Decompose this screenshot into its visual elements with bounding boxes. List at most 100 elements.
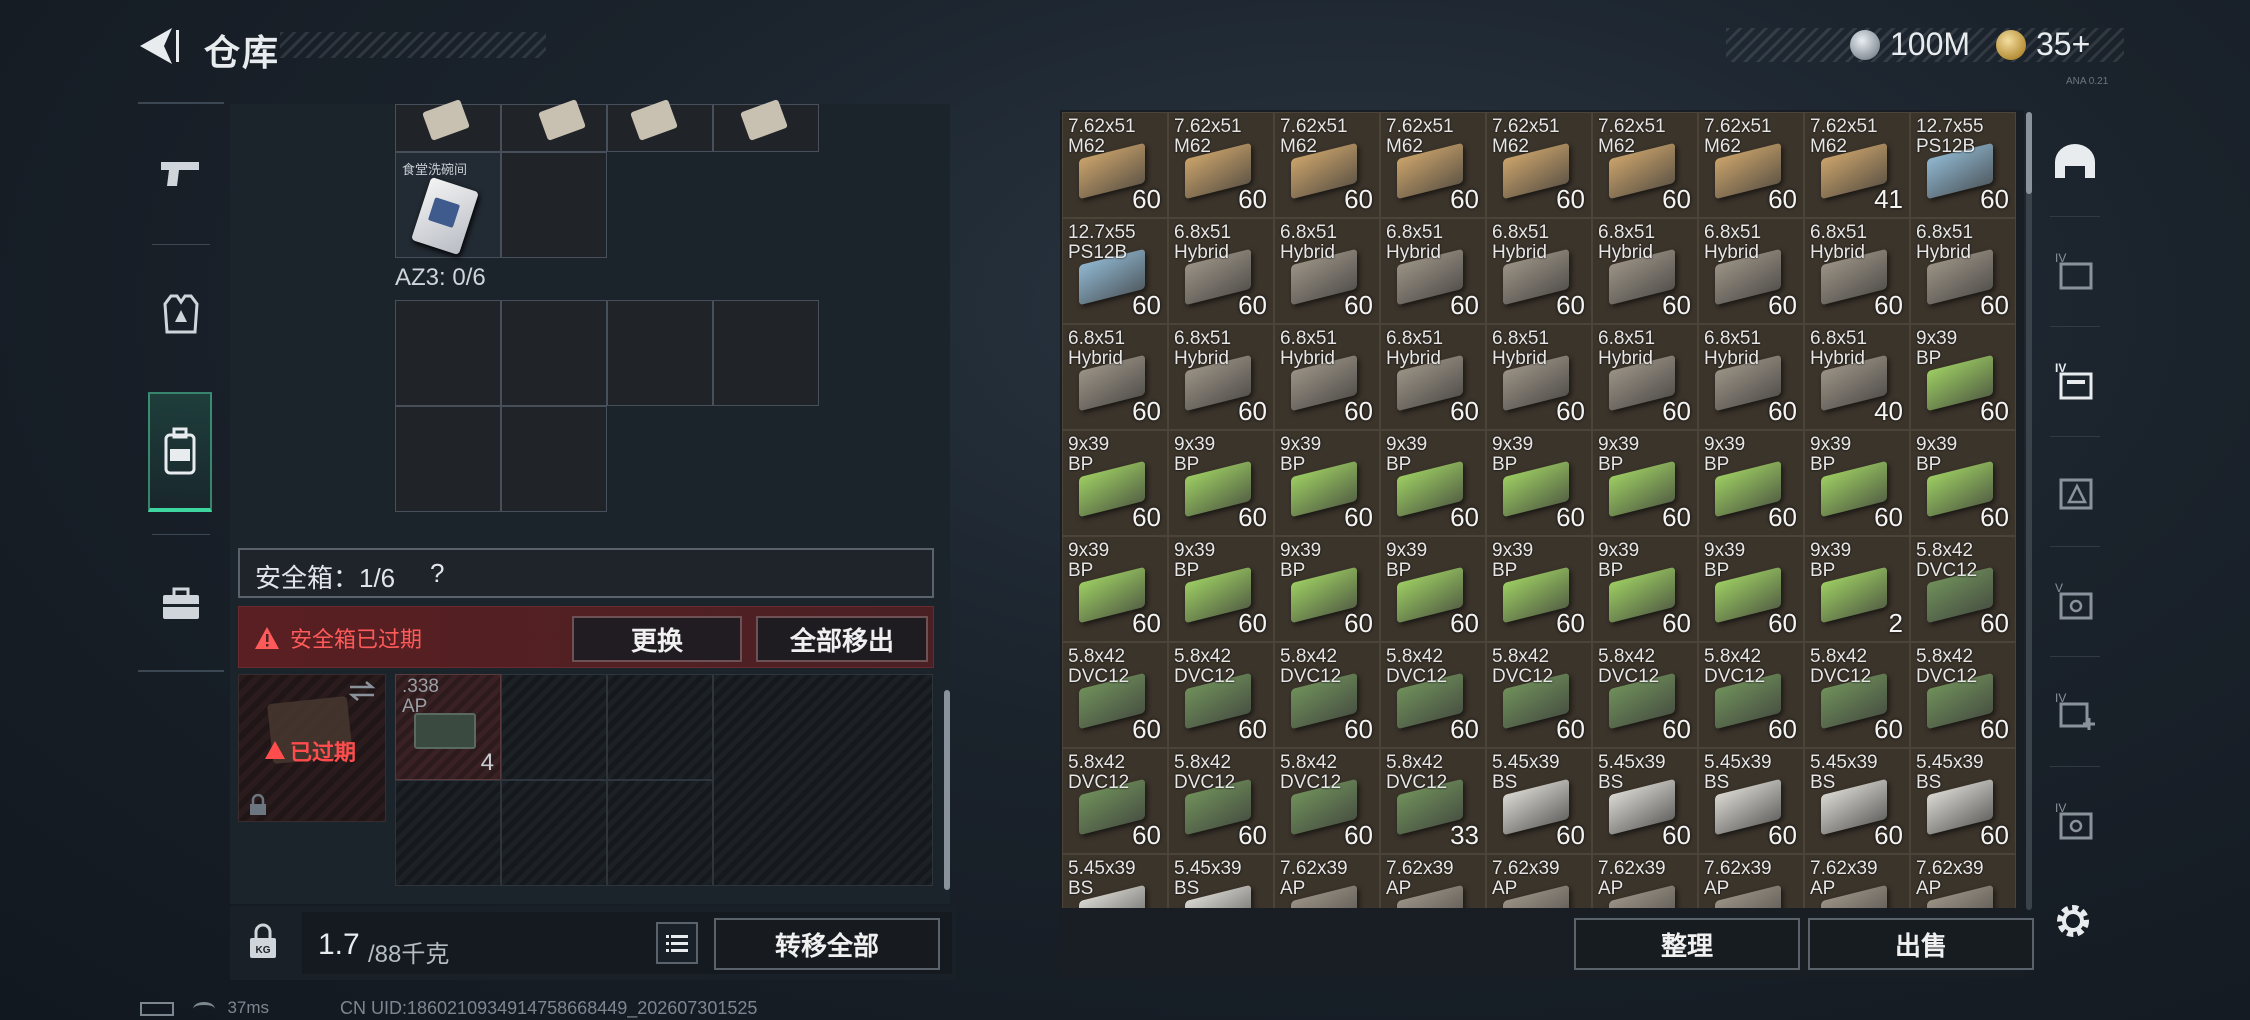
keycard-item[interactable]: 食堂洗碗间 <box>395 152 501 258</box>
stash-slot[interactable]: 5.45x39 BS <box>1168 854 1274 908</box>
swap-icon[interactable] <box>348 680 376 702</box>
nav-storage-iv-search[interactable]: IV <box>2040 770 2110 870</box>
settings-button[interactable] <box>2050 898 2096 944</box>
stash-slot[interactable]: 7.62x51 M62 41 <box>1804 112 1910 218</box>
stash-slot[interactable]: 9x39 BP 60 <box>1592 536 1698 642</box>
stash-slot[interactable]: 7.62x39 AP <box>1592 854 1698 908</box>
stash-slot[interactable]: 6.8x51 Hybrid 60 <box>1380 218 1486 324</box>
grid-cell[interactable] <box>501 99 607 152</box>
stash-slot[interactable]: 6.8x51 Hybrid 60 <box>1910 218 2016 324</box>
stash-slot[interactable]: 6.8x51 Hybrid 60 <box>1274 218 1380 324</box>
stash-scrollbar-track[interactable] <box>2026 112 2032 910</box>
stash-slot[interactable]: 5.45x39 BS 60 <box>1698 748 1804 854</box>
stash-slot[interactable]: 5.8x42 DVC12 60 <box>1062 642 1168 748</box>
stash-slot[interactable]: 5.8x42 DVC12 60 <box>1592 642 1698 748</box>
stash-slot[interactable]: 5.8x42 DVC12 60 <box>1486 642 1592 748</box>
nav-helmet[interactable] <box>2040 112 2110 212</box>
stash-slot[interactable]: 9x39 BP 60 <box>1168 536 1274 642</box>
nav-storage-gift[interactable] <box>2040 440 2110 540</box>
stash-slot[interactable]: 6.8x51 Hybrid 60 <box>1804 218 1910 324</box>
stash-slot[interactable]: 9x39 BP 2 <box>1804 536 1910 642</box>
nav-weapon[interactable] <box>138 114 224 234</box>
list-view-button[interactable] <box>656 922 698 964</box>
sell-button[interactable]: 出售 <box>1808 918 2034 970</box>
stash-slot[interactable]: 6.8x51 Hybrid 40 <box>1804 324 1910 430</box>
sort-button[interactable]: 整理 <box>1574 918 1800 970</box>
stash-slot[interactable]: 6.8x51 Hybrid 60 <box>1168 324 1274 430</box>
stash-slot[interactable]: 6.8x51 Hybrid 60 <box>1698 324 1804 430</box>
stash-slot[interactable]: 7.62x51 M62 60 <box>1380 112 1486 218</box>
stash-slot[interactable]: 5.8x42 DVC12 60 <box>1910 536 2016 642</box>
stash-slot[interactable]: 5.8x42 DVC12 60 <box>1380 642 1486 748</box>
stash-scrollbar-thumb[interactable] <box>2026 112 2032 194</box>
stash-slot[interactable]: 6.8x51 Hybrid 60 <box>1592 218 1698 324</box>
stash-slot[interactable]: 7.62x39 AP <box>1486 854 1592 908</box>
stash-slot[interactable]: 6.8x51 Hybrid 60 <box>1486 218 1592 324</box>
az3-cell[interactable] <box>395 406 501 512</box>
az3-cell[interactable] <box>395 300 501 406</box>
safe-cell[interactable] <box>501 674 607 780</box>
stash-slot[interactable]: 7.62x51 M62 60 <box>1168 112 1274 218</box>
grid-cell[interactable] <box>607 99 713 152</box>
stash-slot[interactable]: 5.8x42 DVC12 60 <box>1698 642 1804 748</box>
stash-slot[interactable]: 7.62x39 AP <box>1910 854 2016 908</box>
stash-slot[interactable]: 9x39 BP 60 <box>1486 430 1592 536</box>
stash-slot[interactable]: 6.8x51 Hybrid 60 <box>1486 324 1592 430</box>
stash-slot[interactable]: 5.8x42 DVC12 60 <box>1062 748 1168 854</box>
stash-slot[interactable]: 9x39 BP 60 <box>1486 536 1592 642</box>
stash-slot[interactable]: 5.8x42 DVC12 60 <box>1804 642 1910 748</box>
az3-cell[interactable] <box>607 300 713 406</box>
stash-slot[interactable]: 5.45x39 BS 60 <box>1592 748 1698 854</box>
stash-slot[interactable]: 6.8x51 Hybrid 60 <box>1592 324 1698 430</box>
stash-slot[interactable]: 12.7x55 PS12B 60 <box>1062 218 1168 324</box>
stash-slot[interactable]: 9x39 BP 60 <box>1380 536 1486 642</box>
az3-cell[interactable] <box>501 406 607 512</box>
stash-slot[interactable]: 9x39 BP 60 <box>1062 430 1168 536</box>
grid-cell[interactable] <box>713 99 819 152</box>
stash-slot[interactable]: 6.8x51 Hybrid 60 <box>1168 218 1274 324</box>
stash-slot[interactable]: 6.8x51 Hybrid 60 <box>1274 324 1380 430</box>
grid-cell[interactable] <box>501 152 607 258</box>
stash-slot[interactable]: 5.45x39 BS <box>1062 854 1168 908</box>
stash-slot[interactable]: 7.62x39 AP <box>1274 854 1380 908</box>
stash-slot[interactable]: 9x39 BP 60 <box>1274 430 1380 536</box>
stash-slot[interactable]: 5.8x42 DVC12 60 <box>1274 642 1380 748</box>
nav-storage-v[interactable]: V <box>2040 550 2110 650</box>
nav-backpack[interactable] <box>148 392 212 512</box>
safe-item-338ap[interactable]: .338 AP 4 <box>395 674 501 780</box>
stash-slot[interactable]: 9x39 BP 60 <box>1274 536 1380 642</box>
stash-slot[interactable]: 6.8x51 Hybrid 60 <box>1698 218 1804 324</box>
stash-slot[interactable]: 12.7x55 PS12B 60 <box>1910 112 2016 218</box>
remove-all-button[interactable]: 全部移出 <box>756 616 928 662</box>
stash-slot[interactable]: 7.62x51 M62 60 <box>1062 112 1168 218</box>
stash-slot[interactable]: 7.62x51 M62 60 <box>1592 112 1698 218</box>
safe-cell[interactable] <box>395 780 501 886</box>
help-icon[interactable]: ? <box>430 558 444 589</box>
safe-cell[interactable] <box>607 674 713 780</box>
nav-storage-add[interactable]: IV <box>2040 660 2110 760</box>
transfer-all-button[interactable]: 转移全部 <box>714 918 940 970</box>
stash-slot[interactable]: 9x39 BP 60 <box>1062 536 1168 642</box>
gold-value[interactable]: 35+ <box>2036 26 2090 63</box>
stash-slot[interactable]: 6.8x51 Hybrid 60 <box>1062 324 1168 430</box>
az3-cell[interactable] <box>713 300 819 406</box>
stash-slot[interactable]: 7.62x51 M62 60 <box>1698 112 1804 218</box>
stash-slot[interactable]: 5.45x39 BS 60 <box>1486 748 1592 854</box>
stash-slot[interactable]: 9x39 BP 60 <box>1804 430 1910 536</box>
nav-vest[interactable] <box>138 254 224 374</box>
nav-storage-iv[interactable]: IV <box>2040 220 2110 320</box>
stash-slot[interactable]: 7.62x39 AP <box>1804 854 1910 908</box>
stash-slot[interactable]: 9x39 BP 60 <box>1910 324 2016 430</box>
stash-slot[interactable]: 7.62x51 M62 60 <box>1274 112 1380 218</box>
stash-slot[interactable]: 5.8x42 DVC12 60 <box>1910 642 2016 748</box>
stash-slot[interactable]: 5.8x42 DVC12 60 <box>1168 642 1274 748</box>
stash-slot[interactable]: 6.8x51 Hybrid 60 <box>1380 324 1486 430</box>
stash-slot[interactable]: 5.8x42 DVC12 60 <box>1168 748 1274 854</box>
stash-slot[interactable]: 5.8x42 DVC12 60 <box>1274 748 1380 854</box>
grid-cell[interactable] <box>395 99 501 152</box>
left-scrollbar[interactable] <box>944 690 950 890</box>
stash-slot[interactable]: 5.45x39 BS 60 <box>1910 748 2016 854</box>
replace-button[interactable]: 更换 <box>572 616 742 662</box>
stash-slot[interactable]: 5.45x39 BS 60 <box>1804 748 1910 854</box>
stash-slot[interactable]: 9x39 BP 60 <box>1592 430 1698 536</box>
